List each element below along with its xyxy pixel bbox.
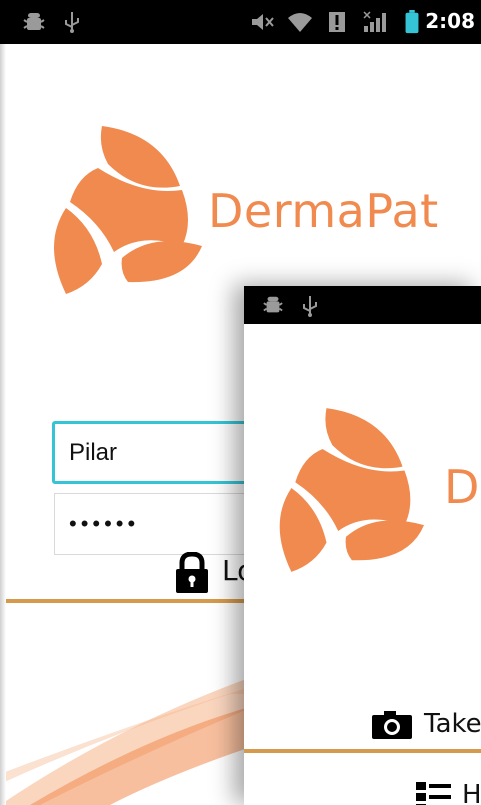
wifi-icon: [288, 13, 312, 32]
clock: 2:08: [425, 9, 475, 33]
overlay-screen: D Take H: [244, 286, 481, 805]
battery-icon: [405, 10, 419, 34]
help-label: H: [462, 780, 481, 805]
overlay-status-bar: [244, 286, 481, 324]
dermapat-logo-icon: [54, 126, 202, 294]
usb-icon: [303, 296, 317, 317]
status-bar: 2:08: [0, 0, 481, 44]
decorative-swoosh: [0, 674, 260, 805]
brand-name: D: [444, 460, 480, 514]
android-debug-icon: [23, 13, 45, 30]
usb-icon: [65, 12, 79, 33]
android-debug-icon: [263, 296, 283, 313]
take-label: Take: [424, 709, 481, 739]
signal-icon: [363, 11, 386, 32]
dermapat-logo-icon: [279, 408, 424, 572]
alert-icon: [329, 12, 345, 32]
divider: [0, 599, 260, 603]
screen-edge: [0, 44, 6, 805]
list-icon: [416, 782, 451, 805]
username-value: Pilar: [69, 438, 118, 466]
mute-icon: [252, 14, 274, 30]
camera-icon: [372, 711, 412, 739]
lock-icon: [176, 552, 208, 593]
brand-name: DermaPat: [208, 184, 439, 238]
password-value: ••••••: [69, 511, 140, 536]
divider: [244, 749, 481, 753]
